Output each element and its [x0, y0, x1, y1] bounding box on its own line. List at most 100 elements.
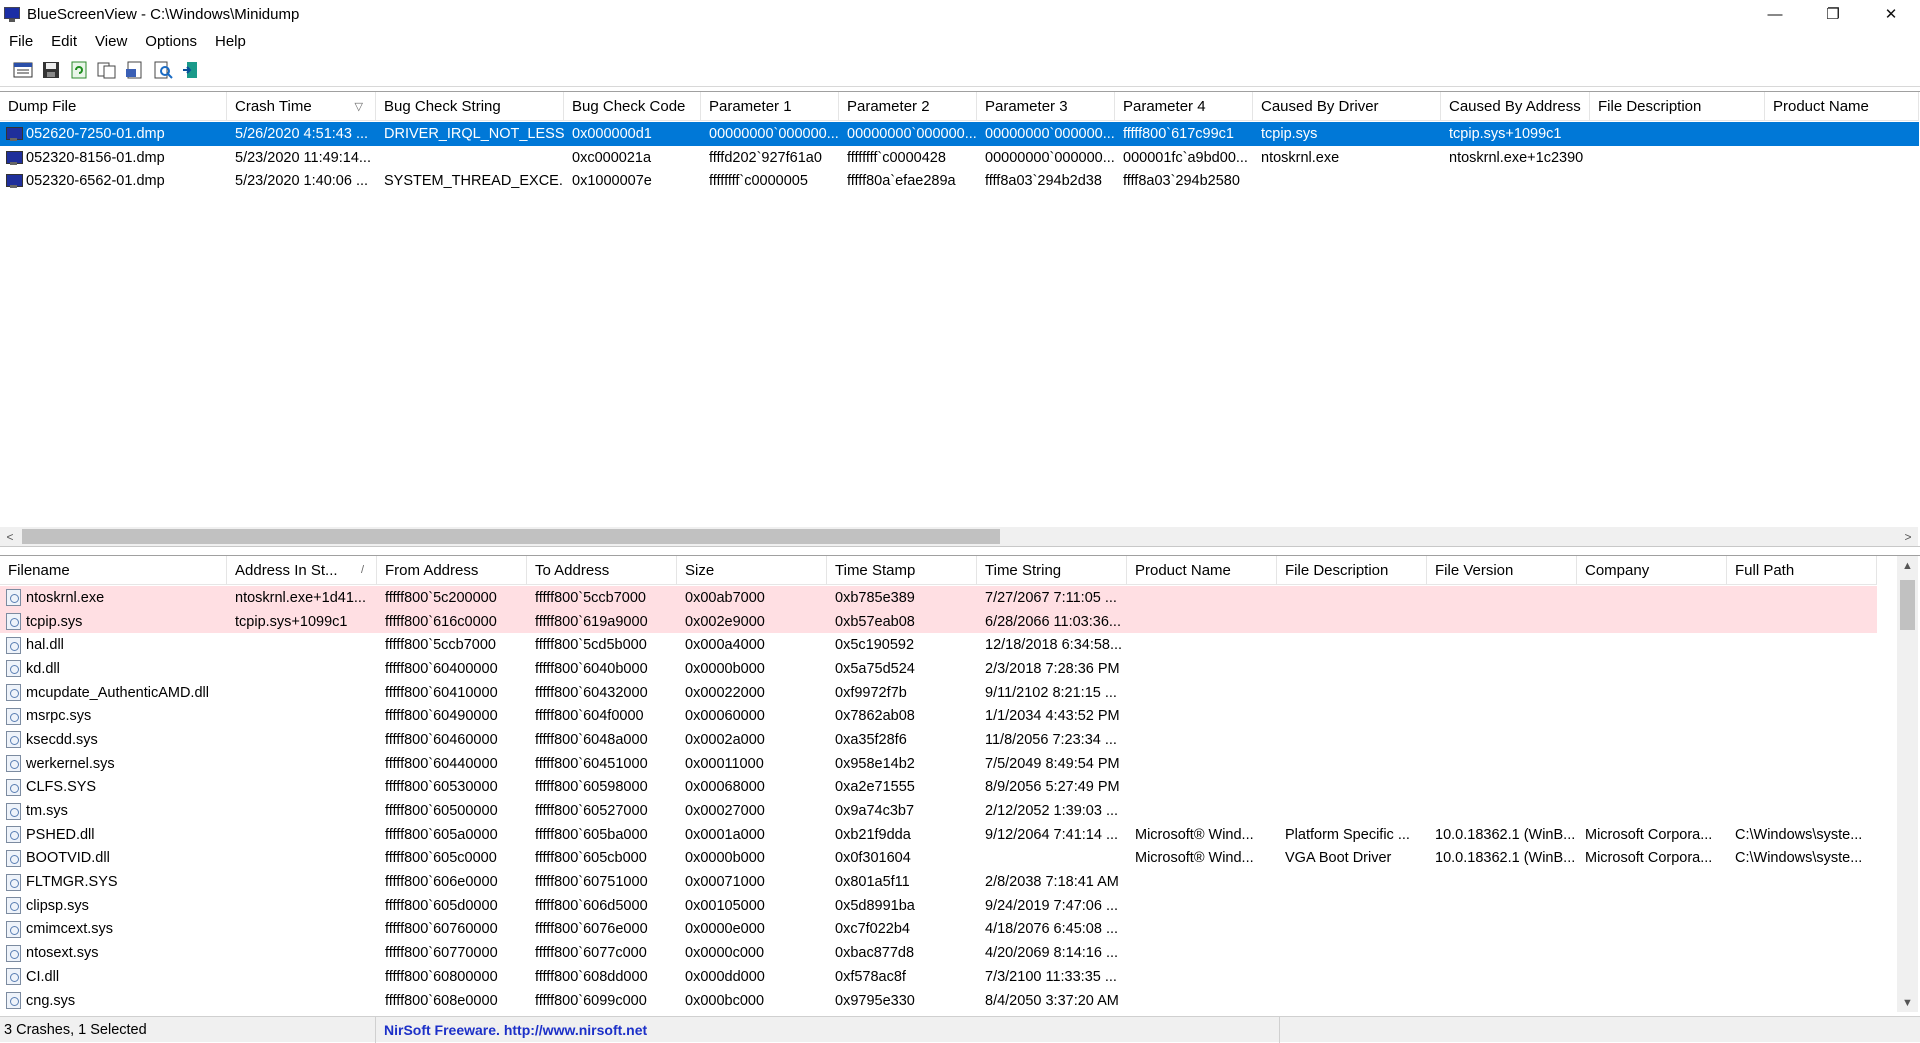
cell-text: BOOTVID.dll [26, 850, 110, 867]
scroll-down-icon[interactable]: ▼ [1897, 993, 1918, 1012]
nirsoft-link[interactable]: NirSoft Freeware. http://www.nirsoft.net [384, 1022, 647, 1038]
column-header-label: Caused By Driver [1261, 98, 1379, 115]
cell-parameter-2: fffff80a`efae289a [847, 173, 956, 190]
status-bar: 3 Crashes, 1 Selected NirSoft Freeware. … [0, 1016, 1920, 1043]
html-report-icon[interactable] [124, 59, 146, 81]
column-header-full-path[interactable]: Full Path [1727, 556, 1877, 585]
cell-full-path: C:\Windows\syste... [1735, 850, 1863, 867]
driver-row[interactable]: clipsp.sys fffff800`605d0000 fffff800`606d… [0, 894, 1877, 918]
cell-from-address: fffff800`60760000 [385, 921, 498, 938]
driver-row[interactable]: tm.sys fffff800`60500000 fffff800`60527000… [0, 799, 1877, 823]
column-header-caused-by-address[interactable]: Caused By Address [1441, 92, 1590, 121]
driver-row[interactable]: FLTMGR.SYS fffff800`606e0000 fffff800`6075… [0, 870, 1877, 894]
cell-parameter-3: 00000000`000000... [985, 125, 1115, 142]
crash-list[interactable]: Dump File Crash Time ▽ Bug Check String Bug … [0, 91, 1920, 547]
minimize-button[interactable]: — [1746, 0, 1804, 28]
column-header-crash-time[interactable]: Crash Time ▽ [227, 92, 376, 121]
cell-to-address: fffff800`60527000 [535, 803, 648, 820]
vertical-scrollbar[interactable]: ▲ ▼ [1897, 556, 1918, 1012]
column-header-file-description[interactable]: File Description [1590, 92, 1765, 121]
find-icon[interactable] [152, 59, 174, 81]
column-header-product-name[interactable]: Product Name [1765, 92, 1919, 121]
driver-file-icon [6, 897, 21, 915]
column-header-product-name[interactable]: Product Name [1127, 556, 1277, 585]
scroll-right-icon[interactable]: > [1898, 527, 1918, 546]
driver-row[interactable]: BOOTVID.dll fffff800`605c0000 fffff800`605… [0, 847, 1877, 871]
driver-list[interactable]: Filename Address In St... / From Address To … [0, 555, 1920, 1012]
column-header-bug-check-string[interactable]: Bug Check String [376, 92, 564, 121]
cell-file-description: VGA Boot Driver [1285, 850, 1392, 867]
horizontal-scroll-thumb[interactable] [22, 529, 1000, 544]
column-header-from-address[interactable]: From Address [377, 556, 527, 585]
column-header-label: Parameter 2 [847, 98, 930, 115]
column-header-filename[interactable]: Filename [0, 556, 227, 585]
horizontal-scrollbar[interactable]: < > [0, 527, 1918, 546]
column-header-time-string[interactable]: Time String [977, 556, 1127, 585]
menu-view[interactable]: View [86, 33, 136, 50]
driver-row[interactable]: ntosext.sys fffff800`60770000 fffff800`607… [0, 941, 1877, 965]
driver-row-name-cell: ntoskrnl.exe [0, 589, 227, 607]
menu-help[interactable]: Help [206, 33, 255, 50]
column-header-time-stamp[interactable]: Time Stamp [827, 556, 977, 585]
driver-row[interactable]: CLFS.SYS fffff800`60530000 fffff800`605980… [0, 776, 1877, 800]
cell-from-address: fffff800`60410000 [385, 684, 498, 701]
cell-to-address: fffff800`60751000 [535, 874, 648, 891]
column-header-label: Dump File [8, 98, 77, 115]
crash-row[interactable]: 052320-6562-01.dmp 5/23/2020 1:40:06 ... S… [0, 169, 1919, 193]
column-header-parameter-1[interactable]: Parameter 1 [701, 92, 839, 121]
cell-address-in-st: tcpip.sys+1099c1 [235, 613, 348, 630]
column-header-to-address[interactable]: To Address [527, 556, 677, 585]
driver-row[interactable]: tcpip.sys tcpip.sys+1099c1 fffff800`616c00… [0, 609, 1877, 634]
column-header-bug-check-code[interactable]: Bug Check Code [564, 92, 701, 121]
driver-row[interactable]: cng.sys fffff800`608e0000 fffff800`6099c00… [0, 989, 1877, 1012]
driver-row[interactable]: cmimcext.sys fffff800`60760000 fffff800`60… [0, 918, 1877, 942]
exit-icon[interactable] [180, 59, 202, 81]
cell-text: ntosext.sys [26, 945, 99, 962]
column-header-dump-file[interactable]: Dump File [0, 92, 227, 121]
driver-row[interactable]: PSHED.dll fffff800`605a0000 fffff800`605ba… [0, 823, 1877, 847]
refresh-icon[interactable] [68, 59, 90, 81]
cell-from-address: fffff800`60490000 [385, 708, 498, 725]
column-header-parameter-2[interactable]: Parameter 2 [839, 92, 977, 121]
driver-file-icon [6, 636, 21, 654]
column-header-caused-by-driver[interactable]: Caused By Driver [1253, 92, 1441, 121]
column-header-address-in-st[interactable]: Address In St... / [227, 556, 377, 585]
scroll-left-icon[interactable]: < [0, 527, 20, 546]
crash-row[interactable]: 052620-7250-01.dmp 5/26/2020 4:51:43 ... D… [0, 122, 1919, 146]
save-icon[interactable] [40, 59, 62, 81]
cell-parameter-2: ffffffff`c0000428 [847, 149, 946, 166]
driver-row[interactable]: ksecdd.sys fffff800`60460000 fffff800`6048… [0, 728, 1877, 752]
menu-file[interactable]: File [0, 33, 42, 50]
restore-button[interactable]: ❐ [1804, 0, 1862, 28]
column-header-size[interactable]: Size [677, 556, 827, 585]
menu-edit[interactable]: Edit [42, 33, 86, 50]
close-button[interactable]: ✕ [1862, 0, 1920, 28]
cell-text: ntoskrnl.exe [26, 589, 105, 606]
properties-icon[interactable] [12, 59, 34, 81]
column-header-parameter-4[interactable]: Parameter 4 [1115, 92, 1253, 121]
column-header-label: Full Path [1735, 562, 1795, 579]
driver-row[interactable]: CI.dll fffff800`60800000 fffff800`608dd000… [0, 965, 1877, 989]
column-header-file-description[interactable]: File Description [1277, 556, 1427, 585]
column-header-company[interactable]: Company [1577, 556, 1727, 585]
driver-row[interactable]: werkernel.sys fffff800`60440000 fffff800`6… [0, 752, 1877, 776]
title-bar: BlueScreenView - C:\Windows\Minidump — ❐… [0, 0, 1920, 28]
copy-icon[interactable] [96, 59, 118, 81]
cell-time-stamp: 0x9795e330 [835, 992, 915, 1009]
crash-row[interactable]: 052320-8156-01.dmp 5/23/2020 11:49:14... 0… [0, 146, 1919, 170]
driver-row[interactable]: msrpc.sys fffff800`60490000 fffff800`604f0… [0, 704, 1877, 728]
column-header-label: Caused By Address [1449, 98, 1581, 115]
driver-row[interactable]: ntoskrnl.exe ntoskrnl.exe+1d41... fffff800… [0, 586, 1877, 610]
column-header-parameter-3[interactable]: Parameter 3 [977, 92, 1115, 121]
driver-row[interactable]: hal.dll fffff800`5ccb7000 fffff800`5cd5b00… [0, 633, 1877, 657]
vertical-scroll-thumb[interactable] [1900, 580, 1915, 630]
cell-size: 0x000dd000 [685, 968, 765, 985]
cell-time-string: 4/20/2069 8:14:16 ... [985, 945, 1119, 962]
column-header-file-version[interactable]: File Version [1427, 556, 1577, 585]
driver-row[interactable]: mcupdate_AuthenticAMD.dll fffff800`604100… [0, 681, 1877, 705]
driver-row[interactable]: kd.dll fffff800`60400000 fffff800`6040b000… [0, 657, 1877, 681]
scroll-up-icon[interactable]: ▲ [1897, 556, 1918, 576]
driver-row-name-cell: msrpc.sys [0, 707, 227, 725]
column-header-label: Crash Time [235, 98, 312, 115]
menu-options[interactable]: Options [136, 33, 206, 50]
